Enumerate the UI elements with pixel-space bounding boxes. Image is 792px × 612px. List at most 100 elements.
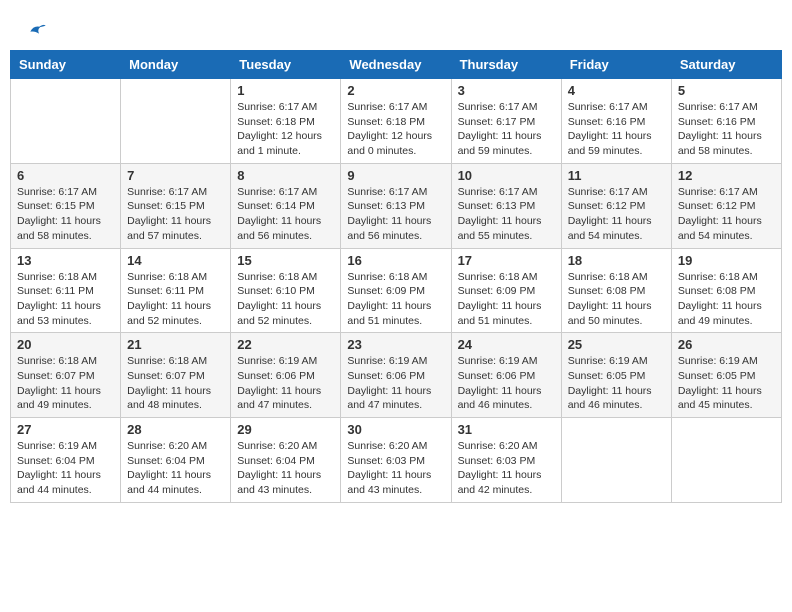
calendar-cell: 13Sunrise: 6:18 AM Sunset: 6:11 PM Dayli… [11,248,121,333]
calendar-cell: 15 Sunrise: 6:18 AM Sunset: 6:10 PM Dayli… [231,248,341,333]
day-number: 20 [17,337,114,352]
day-number: 5 [678,83,775,98]
day-info: Sunrise: 6:17 AM Sunset: 6:15 PM Dayligh… [17,185,114,244]
day-number: 16 [347,253,444,268]
day-info: Sunrise: 6:17 AM Sunset: 6:12 PM Dayligh… [568,185,665,244]
day-number: 31 [458,422,555,437]
day-number: 12 [678,168,775,183]
calendar-header [10,10,782,45]
calendar-week-1: 1Sunrise: 6:17 AM Sunset: 6:18 PM Daylig… [11,79,782,164]
calendar-cell: 17 Sunrise: 6:18 AM Sunset: 6:09 PM Dayli… [451,248,561,333]
day-info: Sunrise: 6:18 AM Sunset: 6:10 PM Dayligh… [237,270,334,329]
calendar-week-2: 6 Sunrise: 6:17 AM Sunset: 6:15 PM Daylig… [11,163,782,248]
day-info: Sunrise: 6:18 AM Sunset: 6:09 PM Dayligh… [347,270,444,329]
day-info: Sunrise: 6:17 AM Sunset: 6:15 PM Dayligh… [127,185,224,244]
calendar-cell: 31 Sunrise: 6:20 AM Sunset: 6:03 PM Dayli… [451,418,561,503]
day-info: Sunrise: 6:17 AM Sunset: 6:13 PM Dayligh… [458,185,555,244]
calendar-cell: 28 Sunrise: 6:20 AM Sunset: 6:04 PM Dayli… [121,418,231,503]
calendar-cell [121,79,231,164]
calendar-cell [561,418,671,503]
calendar-week-5: 27 Sunrise: 6:19 AM Sunset: 6:04 PM Dayli… [11,418,782,503]
day-info: Sunrise: 6:18 AM Sunset: 6:08 PM Dayligh… [678,270,775,329]
calendar-week-3: 13Sunrise: 6:18 AM Sunset: 6:11 PM Dayli… [11,248,782,333]
day-number: 29 [237,422,334,437]
day-info: Sunrise: 6:17 AM Sunset: 6:17 PM Dayligh… [458,100,555,159]
day-info: Sunrise: 6:20 AM Sunset: 6:04 PM Dayligh… [127,439,224,498]
day-info: Sunrise: 6:17 AM Sunset: 6:12 PM Dayligh… [678,185,775,244]
day-number: 9 [347,168,444,183]
day-number: 19 [678,253,775,268]
calendar-cell: 29Sunrise: 6:20 AM Sunset: 6:04 PM Dayli… [231,418,341,503]
day-number: 8 [237,168,334,183]
day-number: 2 [347,83,444,98]
day-info: Sunrise: 6:18 AM Sunset: 6:08 PM Dayligh… [568,270,665,329]
day-header-thursday: Thursday [451,51,561,79]
calendar-cell: 23 Sunrise: 6:19 AM Sunset: 6:06 PM Dayli… [341,333,451,418]
day-info: Sunrise: 6:17 AM Sunset: 6:18 PM Dayligh… [237,100,334,159]
day-info: Sunrise: 6:17 AM Sunset: 6:18 PM Dayligh… [347,100,444,159]
calendar-cell: 2 Sunrise: 6:17 AM Sunset: 6:18 PM Daylig… [341,79,451,164]
calendar-cell: 16 Sunrise: 6:18 AM Sunset: 6:09 PM Dayli… [341,248,451,333]
calendar-cell: 1Sunrise: 6:17 AM Sunset: 6:18 PM Daylig… [231,79,341,164]
calendar-cell: 9 Sunrise: 6:17 AM Sunset: 6:13 PM Daylig… [341,163,451,248]
calendar-week-4: 20 Sunrise: 6:18 AM Sunset: 6:07 PM Dayli… [11,333,782,418]
calendar-cell: 8 Sunrise: 6:17 AM Sunset: 6:14 PM Daylig… [231,163,341,248]
calendar-table: SundayMondayTuesdayWednesdayThursdayFrid… [10,50,782,503]
calendar-cell: 18Sunrise: 6:18 AM Sunset: 6:08 PM Dayli… [561,248,671,333]
calendar-cell: 7 Sunrise: 6:17 AM Sunset: 6:15 PM Daylig… [121,163,231,248]
calendar-cell: 14Sunrise: 6:18 AM Sunset: 6:11 PM Dayli… [121,248,231,333]
calendar-cell: 4 Sunrise: 6:17 AM Sunset: 6:16 PM Daylig… [561,79,671,164]
day-number: 30 [347,422,444,437]
day-info: Sunrise: 6:19 AM Sunset: 6:05 PM Dayligh… [568,354,665,413]
day-number: 27 [17,422,114,437]
calendar-cell: 5 Sunrise: 6:17 AM Sunset: 6:16 PM Daylig… [671,79,781,164]
calendar-cell: 6 Sunrise: 6:17 AM Sunset: 6:15 PM Daylig… [11,163,121,248]
logo-bird-icon [27,20,47,40]
day-info: Sunrise: 6:17 AM Sunset: 6:16 PM Dayligh… [678,100,775,159]
day-number: 3 [458,83,555,98]
calendar-header-row: SundayMondayTuesdayWednesdayThursdayFrid… [11,51,782,79]
day-number: 23 [347,337,444,352]
day-info: Sunrise: 6:19 AM Sunset: 6:06 PM Dayligh… [347,354,444,413]
day-info: Sunrise: 6:18 AM Sunset: 6:09 PM Dayligh… [458,270,555,329]
day-number: 11 [568,168,665,183]
day-header-friday: Friday [561,51,671,79]
calendar-cell: 25Sunrise: 6:19 AM Sunset: 6:05 PM Dayli… [561,333,671,418]
day-number: 26 [678,337,775,352]
day-info: Sunrise: 6:17 AM Sunset: 6:14 PM Dayligh… [237,185,334,244]
logo [25,20,47,40]
day-number: 14 [127,253,224,268]
day-info: Sunrise: 6:17 AM Sunset: 6:13 PM Dayligh… [347,185,444,244]
day-info: Sunrise: 6:18 AM Sunset: 6:07 PM Dayligh… [17,354,114,413]
day-header-monday: Monday [121,51,231,79]
day-number: 6 [17,168,114,183]
day-number: 7 [127,168,224,183]
calendar-cell: 19 Sunrise: 6:18 AM Sunset: 6:08 PM Dayli… [671,248,781,333]
day-number: 13 [17,253,114,268]
day-number: 4 [568,83,665,98]
calendar-cell: 12 Sunrise: 6:17 AM Sunset: 6:12 PM Dayli… [671,163,781,248]
day-info: Sunrise: 6:19 AM Sunset: 6:04 PM Dayligh… [17,439,114,498]
day-header-wednesday: Wednesday [341,51,451,79]
day-info: Sunrise: 6:20 AM Sunset: 6:03 PM Dayligh… [347,439,444,498]
day-info: Sunrise: 6:17 AM Sunset: 6:16 PM Dayligh… [568,100,665,159]
day-header-sunday: Sunday [11,51,121,79]
calendar-cell: 27 Sunrise: 6:19 AM Sunset: 6:04 PM Dayli… [11,418,121,503]
day-number: 21 [127,337,224,352]
day-number: 28 [127,422,224,437]
day-number: 10 [458,168,555,183]
day-header-tuesday: Tuesday [231,51,341,79]
day-info: Sunrise: 6:19 AM Sunset: 6:05 PM Dayligh… [678,354,775,413]
day-info: Sunrise: 6:19 AM Sunset: 6:06 PM Dayligh… [458,354,555,413]
day-number: 17 [458,253,555,268]
calendar-cell: 22Sunrise: 6:19 AM Sunset: 6:06 PM Dayli… [231,333,341,418]
day-number: 15 [237,253,334,268]
calendar-cell: 24Sunrise: 6:19 AM Sunset: 6:06 PM Dayli… [451,333,561,418]
day-header-saturday: Saturday [671,51,781,79]
day-info: Sunrise: 6:18 AM Sunset: 6:07 PM Dayligh… [127,354,224,413]
calendar-cell: 11 Sunrise: 6:17 AM Sunset: 6:12 PM Dayli… [561,163,671,248]
day-info: Sunrise: 6:20 AM Sunset: 6:03 PM Dayligh… [458,439,555,498]
calendar-cell: 10 Sunrise: 6:17 AM Sunset: 6:13 PM Dayli… [451,163,561,248]
day-info: Sunrise: 6:19 AM Sunset: 6:06 PM Dayligh… [237,354,334,413]
calendar-cell: 21 Sunrise: 6:18 AM Sunset: 6:07 PM Dayli… [121,333,231,418]
